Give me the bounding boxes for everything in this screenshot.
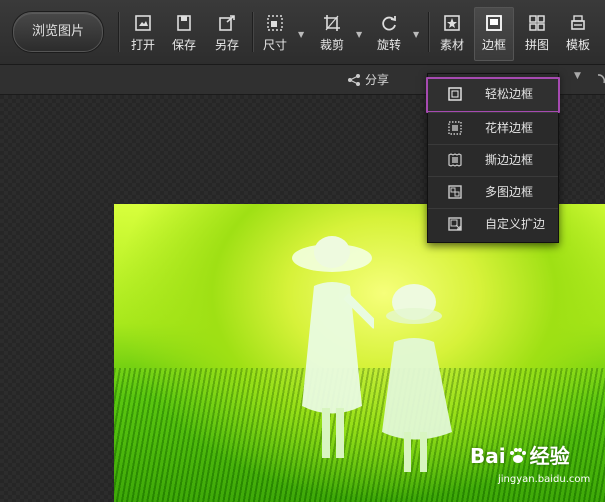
save-label: 保存: [171, 38, 196, 52]
torn-border-icon: [448, 153, 462, 167]
size-label: 尺寸: [262, 38, 287, 52]
custom-extend-icon: [448, 217, 462, 231]
open-button[interactable]: 打开: [127, 8, 159, 58]
border-label: 边框: [481, 38, 506, 52]
toolbar-separator: [118, 12, 119, 52]
save-icon: [177, 15, 191, 31]
photo-girl-tall: [292, 236, 374, 458]
main-toolbar: 浏览图片 打开 保存 另存 尺寸 ▼ 裁剪 ▼ 旋转 ▼ 素材 边框 拼图 模板: [0, 0, 605, 65]
more-dropdown-caret-icon[interactable]: ▼: [574, 71, 581, 81]
rotate-button[interactable]: 旋转: [372, 8, 406, 58]
watermark-jingyan-text: 经验: [529, 444, 570, 468]
crop-dropdown-caret-icon[interactable]: ▼: [356, 30, 362, 39]
menu-item-torn-border[interactable]: 撕边边框: [428, 144, 558, 176]
crop-label: 裁剪: [319, 38, 344, 52]
size-dropdown-caret-icon[interactable]: ▼: [298, 30, 304, 39]
save-as-label: 另存: [214, 38, 239, 52]
torn-border-label: 撕边边框: [485, 153, 534, 167]
menu-item-custom-extend[interactable]: 自定义扩边: [428, 208, 558, 240]
simple-border-label: 轻松边框: [485, 87, 534, 101]
watermark-url: jingyan.baidu.com: [498, 474, 591, 485]
template-button[interactable]: 模板: [561, 8, 595, 58]
template-label: 模板: [565, 38, 590, 52]
border-button[interactable]: 边框: [474, 7, 514, 61]
collage-icon: [529, 15, 545, 31]
resize-icon: [267, 15, 283, 31]
collage-label: 拼图: [524, 38, 549, 52]
save-as-button[interactable]: 另存: [210, 8, 244, 58]
menu-item-pattern-border[interactable]: 花样边框: [428, 112, 558, 144]
menu-item-simple-border[interactable]: 轻松边框: [426, 77, 560, 113]
open-label: 打开: [130, 38, 155, 52]
redo-icon[interactable]: [594, 71, 605, 87]
save-button[interactable]: 保存: [168, 8, 200, 58]
pattern-border-icon: [448, 121, 462, 135]
share-icon: [348, 74, 360, 86]
custom-extend-label: 自定义扩边: [485, 217, 546, 231]
multi-image-border-label: 多图边框: [485, 185, 534, 199]
save-as-icon: [219, 15, 235, 31]
rotate-dropdown-caret-icon[interactable]: ▼: [413, 30, 419, 39]
crop-icon: [324, 15, 340, 31]
simple-border-icon: [448, 87, 462, 101]
crop-button[interactable]: 裁剪: [315, 8, 349, 58]
watermark-bai-text: Bai: [470, 444, 506, 468]
rotate-icon: [382, 16, 396, 31]
browse-images-button[interactable]: 浏览图片: [13, 12, 103, 52]
share-button[interactable]: 分享: [347, 71, 389, 88]
border-icon: [486, 15, 502, 31]
toolbar-separator: [252, 12, 253, 52]
material-button[interactable]: 素材: [435, 8, 469, 58]
template-icon: [571, 15, 585, 30]
size-button[interactable]: 尺寸: [258, 8, 292, 58]
pattern-border-label: 花样边框: [485, 121, 534, 135]
open-icon: [135, 15, 151, 31]
collage-button[interactable]: 拼图: [521, 8, 553, 58]
menu-item-multi-image-border[interactable]: 多图边框: [428, 176, 558, 208]
baidu-paw-icon: [509, 448, 526, 463]
border-dropdown-menu: 轻松边框 花样边框 撕边边框 多图边框 自定义扩边: [426, 73, 560, 243]
multi-image-border-icon: [448, 185, 462, 199]
photo-girl-small: [382, 284, 452, 472]
material-icon: [444, 15, 460, 31]
toolbar-separator: [428, 12, 429, 52]
rotate-label: 旋转: [376, 38, 401, 52]
material-label: 素材: [439, 38, 464, 52]
baidu-watermark: Bai 经验: [470, 440, 570, 469]
share-label: 分享: [365, 73, 390, 87]
